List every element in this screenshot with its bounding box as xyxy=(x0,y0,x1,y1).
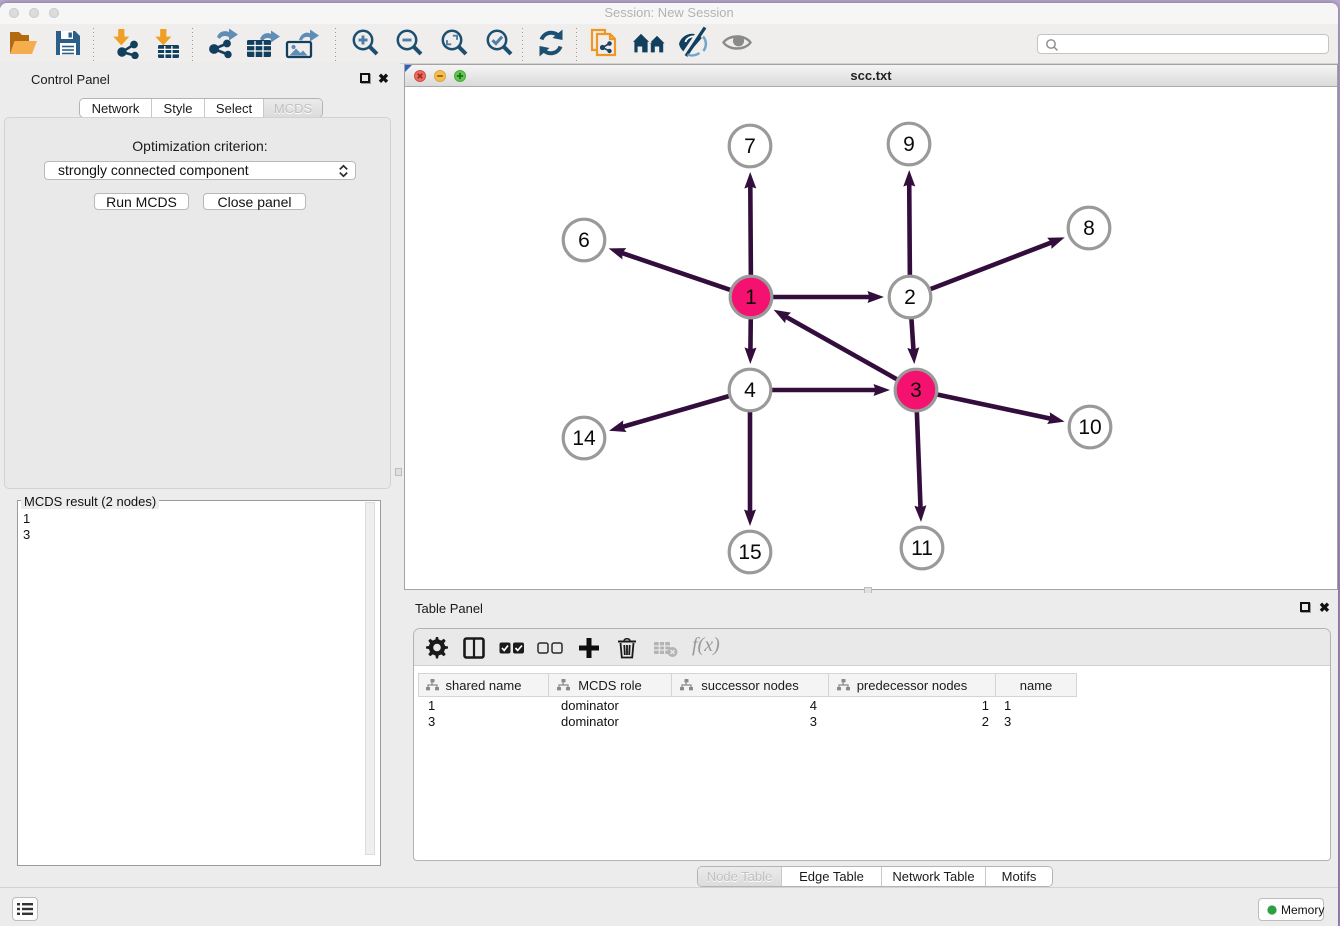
svg-text:9: 9 xyxy=(903,133,915,156)
svg-text:7: 7 xyxy=(744,135,756,158)
svg-text:10: 10 xyxy=(1078,416,1101,439)
svg-text:6: 6 xyxy=(578,229,590,252)
svg-text:11: 11 xyxy=(911,537,933,560)
svg-text:2: 2 xyxy=(904,286,916,309)
svg-text:4: 4 xyxy=(744,379,756,402)
svg-text:8: 8 xyxy=(1083,217,1095,240)
svg-text:15: 15 xyxy=(738,541,761,564)
svg-text:3: 3 xyxy=(910,379,922,402)
svg-text:1: 1 xyxy=(745,286,757,309)
svg-text:14: 14 xyxy=(572,427,596,450)
